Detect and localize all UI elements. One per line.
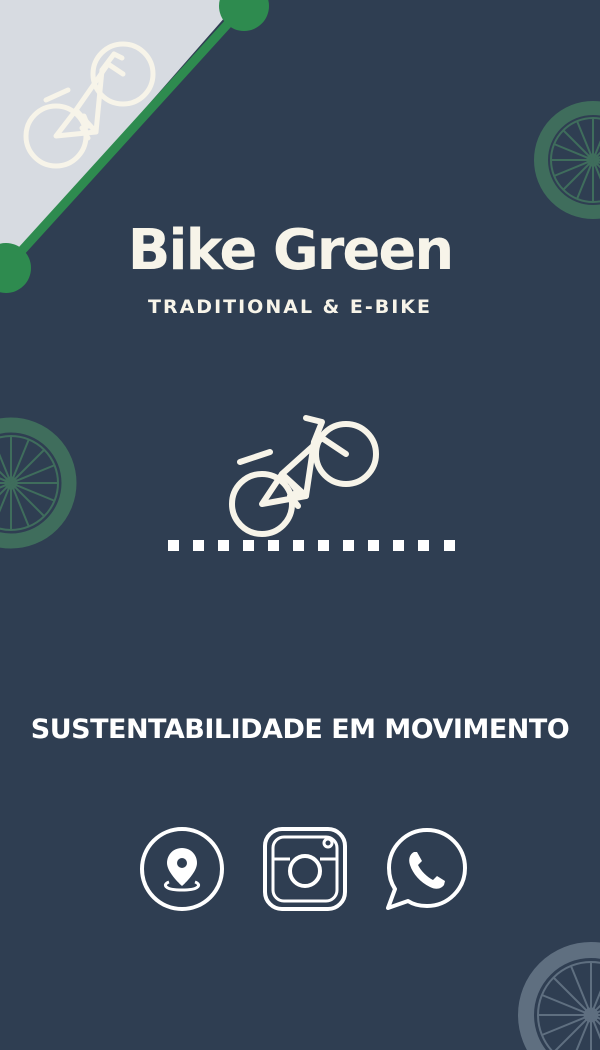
location-pin-icon: [140, 827, 224, 911]
location-button[interactable]: [139, 826, 225, 912]
instagram-button[interactable]: [262, 826, 348, 912]
bike-wheel-icon: [534, 101, 600, 219]
bicycle-icon: [23, 41, 156, 169]
tagline: SUSTENTABILIDADE EM MOVIMENTO: [30, 714, 570, 745]
road-dashes: [168, 540, 455, 551]
e-bike-icon: [229, 415, 379, 537]
whatsapp-icon: [386, 828, 467, 910]
brand-title: Bike Green: [127, 218, 455, 283]
brand-subtitle: TRADITIONAL & E-BIKE: [148, 296, 432, 318]
instagram-icon: [263, 827, 347, 911]
bike-wheel-icon: [518, 942, 600, 1050]
bike-wheel-icon: [0, 417, 77, 549]
whatsapp-button[interactable]: [384, 826, 470, 912]
business-card: Bike Green TRADITIONAL & E-BIKE SUSTENTA…: [0, 0, 600, 1050]
